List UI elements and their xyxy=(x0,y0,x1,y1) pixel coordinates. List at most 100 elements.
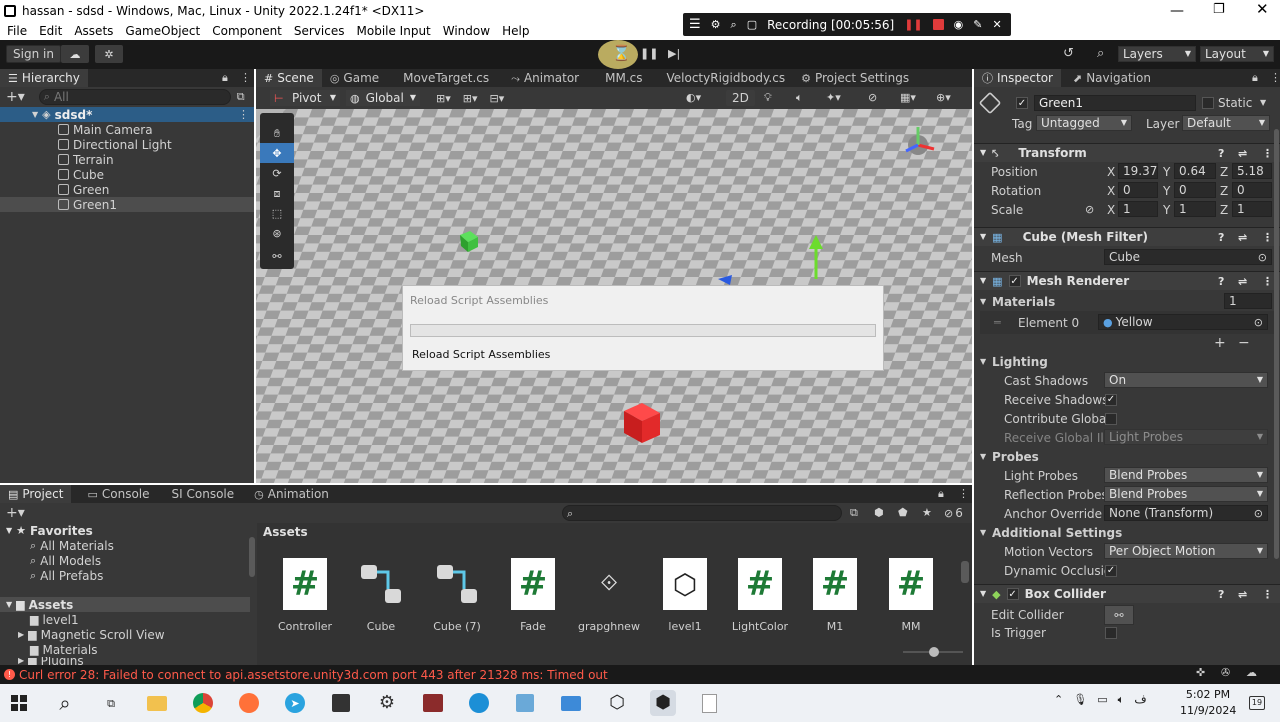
presets-icon[interactable]: ⇌ xyxy=(1238,148,1247,159)
menu-window[interactable]: Window xyxy=(443,24,490,38)
tab-hierarchy[interactable]: ☰ Hierarchy xyxy=(0,69,88,87)
tab-mm[interactable]: MM.cs xyxy=(587,69,650,87)
kebab-icon[interactable]: ⋮ xyxy=(1262,232,1273,243)
history-icon[interactable]: ↺ xyxy=(1063,47,1074,60)
static-checkbox[interactable] xyxy=(1202,97,1214,109)
drag-handle-icon[interactable]: ═ xyxy=(994,317,1001,328)
lighting-icon[interactable]: 💡︎ xyxy=(764,92,772,103)
custom-tool[interactable]: ⚯ xyxy=(260,245,294,267)
inspector-scrollbar[interactable] xyxy=(1274,129,1279,559)
shading-mode-icon[interactable]: ◐▾ xyxy=(686,92,701,103)
scale-x-field[interactable]: 1 xyxy=(1118,201,1158,217)
tab-navigation[interactable]: ⬈ Navigation xyxy=(1061,69,1159,87)
search-button[interactable]: ⌕ xyxy=(52,690,78,716)
assets-scrollbar[interactable] xyxy=(961,561,969,583)
presets-icon[interactable]: ⇌ xyxy=(1238,232,1247,243)
pause-recording-icon[interactable]: ❚❚ xyxy=(904,19,922,30)
increment-snap-icon[interactable]: ⊟▾ xyxy=(490,93,505,104)
chevron-up-icon[interactable]: ⌃ xyxy=(1054,694,1063,705)
lock-icon[interactable]: 🔒︎ xyxy=(938,488,944,499)
filter-icon[interactable]: ⧉ xyxy=(237,91,245,102)
notepad-button[interactable] xyxy=(512,690,538,716)
asset-m1[interactable]: # M1 xyxy=(800,558,870,633)
favorite-item[interactable]: ⌕ All Models xyxy=(0,553,250,568)
signin-button[interactable]: Sign in xyxy=(6,45,61,63)
is-trigger-checkbox[interactable] xyxy=(1105,627,1117,639)
icon-size-slider[interactable] xyxy=(903,647,963,657)
volume-icon[interactable]: 🔈︎ xyxy=(1118,694,1125,705)
cloud-icon[interactable]: ☁ xyxy=(1246,667,1257,678)
hidden-objects-icon[interactable]: ⊘ xyxy=(868,92,877,103)
unity-hub-button[interactable]: ⬡ xyxy=(604,690,630,716)
recorder-button[interactable] xyxy=(420,690,446,716)
asset-fade[interactable]: # Fade xyxy=(498,558,568,633)
search-by-label-icon[interactable]: ⬢ xyxy=(874,507,884,518)
audio-icon[interactable]: 🔈︎ xyxy=(796,92,803,103)
kebab-icon[interactable]: ⋮ xyxy=(1262,148,1273,159)
menu-help[interactable]: Help xyxy=(502,24,529,38)
hierarchy-search-input[interactable]: ⌕ All xyxy=(38,88,231,105)
scene-root[interactable]: ▼ ◈ sdsd* ⋮ xyxy=(0,107,254,122)
maximize-icon[interactable]: ❐ xyxy=(1213,3,1225,16)
favorites-header[interactable]: ▼ ★ Favorites xyxy=(0,523,250,538)
help-icon[interactable]: ? xyxy=(1218,148,1224,159)
tab-console[interactable]: ▭ Console xyxy=(71,485,157,503)
asset-folder[interactable]: ▆ Materials xyxy=(0,642,250,657)
cloud-button[interactable]: ☁ xyxy=(61,45,89,63)
expand-arrow-icon[interactable]: ▼ xyxy=(32,110,38,119)
pivot-dropdown[interactable]: ⊢ Pivot ▼ xyxy=(270,90,340,106)
kebab-icon[interactable]: ⋮ xyxy=(1262,276,1273,287)
hierarchy-item[interactable]: Main Camera xyxy=(0,122,254,137)
grid-snap-icon[interactable]: ⊞▾ xyxy=(436,93,451,104)
pen-icon[interactable]: ✎ xyxy=(973,19,982,30)
motion-vectors-dropdown[interactable]: Per Object Motion ▼ xyxy=(1104,543,1268,559)
effects-icon[interactable]: ✦▾ xyxy=(826,92,841,103)
tag-dropdown[interactable]: Untagged ▼ xyxy=(1036,115,1132,131)
hand-tool[interactable]: ✋︎ xyxy=(260,123,294,143)
gizmos-icon[interactable]: ⊕▾ xyxy=(936,92,951,103)
mesh-field[interactable]: Cube ⊙ xyxy=(1104,249,1272,265)
step-icon[interactable]: ▶| xyxy=(668,48,680,59)
cast-shadows-dropdown[interactable]: On ▼ xyxy=(1104,372,1268,388)
hierarchy-item[interactable]: Cube xyxy=(0,167,254,182)
collab-button[interactable]: ✲ xyxy=(95,45,123,63)
tab-veloctyrigidbody[interactable]: VeloctyRigidbody.cs xyxy=(650,69,793,87)
help-icon[interactable]: ? xyxy=(1218,232,1224,243)
camera-icon[interactable]: ◉ xyxy=(954,19,964,30)
progress-icon[interactable]: ✜ xyxy=(1196,667,1205,678)
element-field[interactable]: ● Yellow ⊙ xyxy=(1098,314,1268,330)
hierarchy-item[interactable]: Directional Light xyxy=(0,137,254,152)
project-search-input[interactable]: ⌕ xyxy=(562,505,842,521)
reflection-probes-dropdown[interactable]: Blend Probes ▼ xyxy=(1104,486,1268,502)
microphone-icon[interactable]: 🎙︎ xyxy=(1073,694,1087,705)
tab-game[interactable]: ◎ Game xyxy=(322,69,387,87)
mesh-filter-header[interactable]: ▼ ▦ Cube (Mesh Filter)? ⇌ ⋮ xyxy=(974,227,1280,246)
assets-header[interactable]: ▼ ▆ Assets xyxy=(0,597,250,612)
hidden-packages[interactable]: ⊘ 6 xyxy=(944,506,963,520)
mesh-renderer-header[interactable]: ▼ ▦ ✓ Mesh Renderer? ⇌ ⋮ xyxy=(974,271,1280,290)
kebab-icon[interactable]: ⋮ xyxy=(240,72,251,83)
asset-controller[interactable]: # Controller xyxy=(270,558,340,633)
close-recording-icon[interactable]: ✕ xyxy=(992,19,1001,30)
scale-tool[interactable]: ⧈ xyxy=(260,183,294,203)
layout-dropdown[interactable]: Layout ▼ xyxy=(1200,46,1274,62)
active-checkbox[interactable]: ✓ xyxy=(1016,97,1028,109)
box-collider-header[interactable]: ▼ ◆ ✓ Box Collider? ⇌ ⋮ xyxy=(974,584,1280,603)
rect-tool[interactable]: ⬚ xyxy=(260,203,294,223)
status-error[interactable]: Curl error 28: Failed to connect to api.… xyxy=(19,668,608,682)
tree-scrollbar[interactable] xyxy=(249,537,255,577)
light-probes-dropdown[interactable]: Blend Probes ▼ xyxy=(1104,467,1268,483)
scene-viewport[interactable]: ✋︎ ✥ ⟳ ⧈ ⬚ ⊛ ⚯ Reload Script Assemblies … xyxy=(256,109,972,483)
tab-animator[interactable]: ⤳ Animator xyxy=(497,69,587,87)
receive-shadows-checkbox[interactable]: ✓ xyxy=(1105,393,1117,406)
transform-tool[interactable]: ⊛ xyxy=(260,223,294,243)
unity-editor-button[interactable]: ⬢ xyxy=(650,690,676,716)
object-picker-icon[interactable]: ⊙ xyxy=(1254,317,1263,328)
add-icon[interactable]: +▾ xyxy=(6,90,25,104)
lock-icon[interactable]: 🔒︎ xyxy=(1252,72,1258,83)
asset-folder[interactable]: ▶ ▆ Magnetic Scroll View xyxy=(0,627,250,642)
remote-desktop-button[interactable] xyxy=(558,690,584,716)
bug-icon[interactable]: ✇ xyxy=(1221,667,1230,678)
menu-assets[interactable]: Assets xyxy=(74,24,113,38)
lighting-row[interactable]: ▼ Lighting xyxy=(974,352,1280,371)
